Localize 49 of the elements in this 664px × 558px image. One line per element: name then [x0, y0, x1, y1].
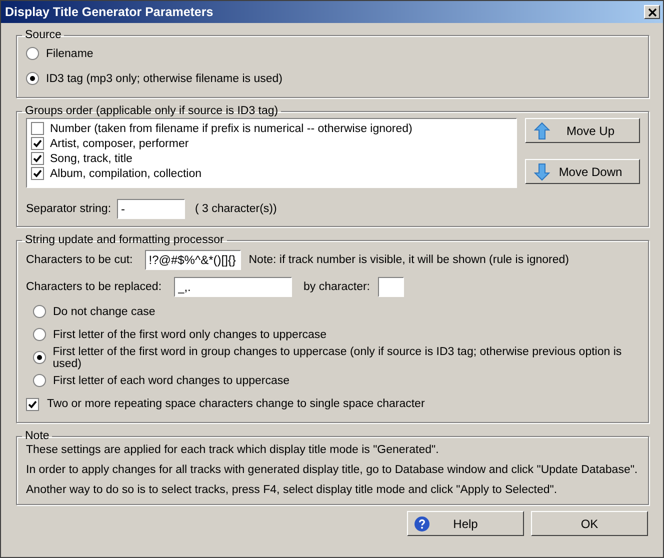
field-label: Characters to be replaced: [26, 280, 162, 292]
radio-label: Filename [46, 48, 94, 60]
group-title: String update and formatting processor [24, 234, 225, 246]
list-item[interactable]: Number (taken from filename if prefix is numerical -- otherwise ignored) [50, 122, 412, 134]
group-title: Groups order (applicable only if source is ID3 tag) [24, 105, 280, 117]
radio-label: First letter of the first word only changes to uppercase [53, 328, 327, 340]
radio-label: First letter of each word changes to uppercase [53, 374, 290, 386]
radio-button[interactable] [33, 328, 46, 341]
radio-button[interactable] [33, 351, 46, 364]
radio-label: ID3 tag (mp3 only; otherwise filename is used) [46, 72, 282, 84]
field-label: by character: [304, 280, 370, 292]
list-item[interactable]: Artist, composer, performer [50, 138, 189, 150]
radio-button[interactable] [26, 72, 39, 85]
field-label: Separator string: [26, 203, 112, 215]
radio-button[interactable] [33, 305, 46, 318]
checkbox-label: Two or more repeating space characters change to single space character [47, 398, 425, 410]
radio-button[interactable] [33, 374, 46, 387]
note-text: Note: if track number is visible, it will be shown (rule is ignored) [248, 254, 569, 266]
list-item[interactable]: Song, track, title [50, 152, 132, 164]
by-character-field[interactable] [378, 276, 404, 296]
list-item[interactable]: Album, compilation, collection [50, 168, 202, 180]
separator-field[interactable]: - [117, 199, 186, 219]
note-text: Another way to do so is to select tracks, press F4, select display title mode and click "Apply to Selected". [26, 483, 558, 498]
checkbox[interactable] [31, 152, 44, 165]
close-button[interactable] [644, 5, 660, 19]
help-button[interactable]: Help [407, 511, 524, 536]
move-down-button[interactable]: Move Down [525, 159, 640, 184]
cut-characters-field[interactable]: !?@#$%^&*()[]{} [144, 250, 241, 270]
checkbox[interactable] [31, 167, 44, 180]
replace-characters-field[interactable]: _,. [174, 276, 292, 296]
radio-button[interactable] [26, 47, 39, 60]
move-up-button[interactable]: Move Up [525, 118, 640, 143]
down-arrow-icon [534, 162, 550, 180]
checkbox[interactable] [31, 122, 44, 135]
ok-button[interactable]: OK [531, 511, 648, 536]
window-title: Display Title Generator Parameters [5, 5, 214, 19]
character-count: ( 3 character(s)) [195, 203, 277, 215]
radio-label: Do not change case [53, 306, 156, 318]
up-arrow-icon [534, 122, 550, 140]
checkbox[interactable] [31, 137, 44, 150]
group-title: Note [24, 430, 50, 442]
help-icon [414, 516, 430, 532]
radio-label: First letter of the first word in group changes to uppercase (only if source is ID3 tag; otherwise previous option is used) [52, 346, 623, 370]
group-title: Source [24, 29, 62, 41]
field-label: Characters to be cut: [26, 254, 133, 266]
checkbox[interactable] [26, 398, 39, 410]
note-text: These settings are applied for each track which display title mode is "Generated". [26, 443, 440, 458]
close-icon [648, 8, 656, 16]
note-text: In order to apply changes for all tracks with generated display title, go to Database window and click "Update Database". [26, 463, 639, 478]
